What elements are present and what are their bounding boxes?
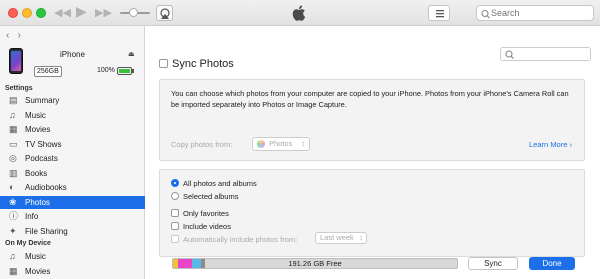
movies-icon: ▦ bbox=[9, 124, 18, 134]
search-input[interactable] bbox=[491, 8, 591, 18]
sidebar-item-photos[interactable]: ❀ Photos bbox=[0, 195, 145, 209]
sidebar-item-label: Books bbox=[25, 168, 48, 178]
maximize-window-button[interactable] bbox=[36, 8, 46, 18]
search-field[interactable] bbox=[476, 5, 594, 21]
sidebar-item-audiobooks[interactable]: ◐ Audiobooks bbox=[0, 181, 145, 194]
tv-icon: ▭ bbox=[9, 138, 18, 149]
list-icon bbox=[436, 10, 444, 18]
eject-icon[interactable]: ⏏ bbox=[128, 50, 135, 58]
sidebar-item-movies[interactable]: ▦ Movies bbox=[0, 123, 145, 136]
sync-photos-title: Sync Photos bbox=[172, 58, 234, 70]
selected-albums-option[interactable]: Selected albums bbox=[171, 192, 238, 202]
done-button[interactable]: Done bbox=[529, 257, 575, 270]
podcasts-icon: ◎ bbox=[9, 153, 17, 163]
photos-app-icon bbox=[257, 140, 265, 148]
learn-more-link[interactable]: Learn More › bbox=[529, 140, 572, 149]
airplay-button[interactable] bbox=[156, 5, 173, 21]
sync-description: You can choose which photos from your co… bbox=[171, 89, 569, 109]
info-icon: ⓘ bbox=[9, 211, 19, 221]
auto-include-option[interactable]: Automatically include photos from: bbox=[171, 235, 297, 245]
only-favorites-option[interactable]: Only favorites bbox=[171, 209, 229, 219]
sidebar-item-label: Music bbox=[25, 252, 46, 261]
sidebar-item-label: Summary bbox=[25, 96, 60, 105]
sidebar-item-music[interactable]: ♫ Music bbox=[0, 109, 145, 122]
copy-from-value: Photos bbox=[269, 139, 293, 148]
books-icon: ▥ bbox=[9, 167, 18, 178]
music-icon: ♫ bbox=[9, 109, 16, 120]
auto-include-checkbox[interactable] bbox=[171, 235, 179, 243]
sidebar-item-info[interactable]: ⓘ Info bbox=[0, 210, 145, 223]
main-search-field[interactable] bbox=[500, 47, 591, 61]
selected-albums-radio[interactable] bbox=[171, 192, 179, 200]
sidebar-item-podcasts[interactable]: ◎ Podcasts bbox=[0, 152, 145, 165]
only-favorites-checkbox[interactable] bbox=[171, 209, 179, 217]
audiobooks-icon: ◐ bbox=[9, 182, 15, 192]
sidebar-item-tv-shows[interactable]: ▭ TV Shows bbox=[0, 138, 145, 151]
minimize-window-button[interactable] bbox=[22, 8, 32, 18]
on-my-device-header: On My Device bbox=[5, 240, 51, 247]
main-content: Sync Photos You can choose which photos … bbox=[145, 26, 600, 279]
battery-percentage: 100% bbox=[97, 67, 115, 74]
fast-forward-icon[interactable]: ▶▶ bbox=[95, 6, 112, 20]
sidebar-item-movies[interactable]: ▦ Movies bbox=[0, 265, 145, 278]
apple-logo-icon bbox=[292, 5, 306, 21]
include-videos-option[interactable]: Include videos bbox=[171, 222, 231, 232]
sidebar-item-label: Info bbox=[25, 212, 39, 221]
play-icon[interactable]: ▶ bbox=[76, 4, 87, 18]
sidebar-item-summary[interactable]: ▤ Summary bbox=[0, 94, 145, 107]
sidebar-item-file-sharing[interactable]: ✦ File Sharing bbox=[0, 225, 145, 238]
music-icon: ♫ bbox=[9, 251, 16, 261]
sidebar-item-label: Movies bbox=[25, 125, 51, 134]
file-sharing-icon: ✦ bbox=[9, 225, 17, 236]
title-bar: ◀◀ ▶ ▶▶ bbox=[0, 0, 600, 26]
movies-icon: ▦ bbox=[9, 265, 18, 276]
auto-include-select[interactable]: Last week ↕ bbox=[315, 232, 367, 244]
sidebar: ‹ › iPhone ⏏ 256GB 100% Settings ▤ Summar… bbox=[0, 26, 145, 279]
sync-photos-toggle[interactable]: Sync Photos bbox=[159, 58, 234, 70]
copy-from-select[interactable]: Photos ↕ bbox=[252, 137, 310, 151]
rewind-icon[interactable]: ◀◀ bbox=[54, 6, 71, 20]
all-photos-radio[interactable] bbox=[171, 179, 179, 187]
sync-options-panel: All photos and albums Selected albums On… bbox=[159, 169, 585, 257]
search-icon bbox=[505, 50, 514, 60]
airplay-icon bbox=[160, 8, 170, 19]
sidebar-item-label: File Sharing bbox=[25, 226, 68, 236]
sync-button[interactable]: Sync bbox=[468, 257, 518, 270]
close-window-button[interactable] bbox=[8, 8, 18, 18]
include-videos-checkbox[interactable] bbox=[171, 222, 179, 230]
sidebar-item-label: Photos bbox=[25, 197, 50, 207]
sidebar-item-label: TV Shows bbox=[25, 139, 62, 149]
copy-from-label: Copy photos from: bbox=[171, 140, 233, 149]
sync-photos-checkbox[interactable] bbox=[159, 59, 168, 68]
select-arrows-icon: ↕ bbox=[359, 233, 363, 242]
sidebar-item-label: Podcasts bbox=[25, 154, 58, 163]
settings-header: Settings bbox=[5, 85, 33, 92]
photos-icon: ❀ bbox=[9, 196, 17, 207]
battery-icon bbox=[117, 67, 132, 75]
sidebar-item-music[interactable]: ♫ Music bbox=[0, 250, 145, 263]
sidebar-item-label: Movies bbox=[25, 266, 51, 276]
sidebar-item-label: Audiobooks bbox=[25, 183, 67, 192]
list-view-button[interactable] bbox=[428, 5, 450, 21]
all-photos-option[interactable]: All photos and albums bbox=[171, 179, 257, 189]
summary-icon: ▤ bbox=[9, 95, 18, 105]
volume-knob[interactable] bbox=[129, 8, 138, 17]
device-name: iPhone bbox=[60, 50, 85, 59]
free-space-label: 191.26 GB Free bbox=[288, 259, 342, 268]
capacity-badge: 256GB bbox=[34, 66, 62, 77]
back-forward-buttons[interactable]: ‹ › bbox=[6, 30, 21, 41]
photos-info-panel: You can choose which photos from your co… bbox=[159, 79, 585, 161]
iphone-device-icon bbox=[9, 48, 23, 74]
sidebar-item-books[interactable]: ▥ Books bbox=[0, 167, 145, 180]
sidebar-item-label: Music bbox=[25, 110, 46, 120]
select-arrows-icon: ↕ bbox=[301, 139, 305, 148]
